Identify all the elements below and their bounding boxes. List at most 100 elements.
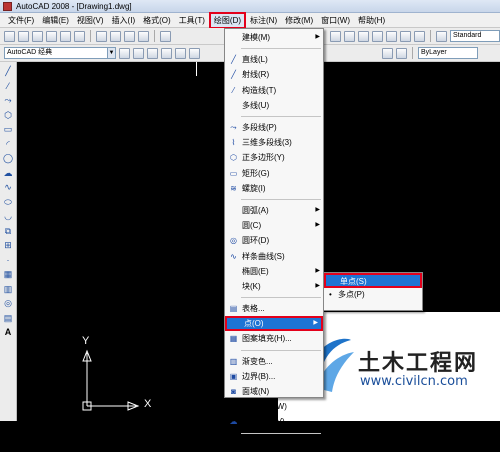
- workspace-combo[interactable]: AutoCAD 经典 ▼: [4, 47, 116, 59]
- menu-item-circle[interactable]: 圆(C) ▶: [225, 218, 323, 233]
- table-icon[interactable]: ▤: [3, 313, 14, 324]
- wipeout-icon: [229, 402, 238, 411]
- design-center-icon[interactable]: [344, 30, 355, 42]
- submenu-arrow-icon: ▶: [315, 282, 320, 289]
- menu-format[interactable]: 格式(O): [139, 14, 175, 27]
- print-icon[interactable]: [46, 30, 57, 42]
- arc-icon[interactable]: ◜: [3, 139, 14, 150]
- menu-tools[interactable]: 工具(T): [175, 14, 209, 27]
- rectangle-icon[interactable]: ▭: [3, 124, 14, 135]
- spline-icon[interactable]: ∿: [3, 182, 14, 193]
- point-icon: [231, 319, 240, 328]
- publish-icon[interactable]: [74, 30, 85, 42]
- gradient-icon[interactable]: ▥: [3, 284, 14, 295]
- sheet-set-icon[interactable]: [372, 30, 383, 42]
- menu-file[interactable]: 文件(F): [4, 14, 38, 27]
- menu-item-hatch[interactable]: ▦ 图案填充(H)...: [225, 331, 323, 346]
- pline-icon[interactable]: ⤳: [3, 95, 14, 106]
- menu-separator: [241, 48, 321, 50]
- menu-item-label: 建模(M): [242, 33, 270, 43]
- menu-edit[interactable]: 编辑(E): [38, 14, 73, 27]
- menu-item-mline[interactable]: 多线(U): [225, 98, 323, 113]
- new-icon[interactable]: [4, 30, 15, 42]
- cut-icon[interactable]: [96, 30, 107, 42]
- open-icon[interactable]: [18, 30, 29, 42]
- menu-item-label: 射线(R): [242, 70, 270, 80]
- menu-item-spline[interactable]: ∿ 样条曲线(S): [225, 248, 323, 263]
- ellipse-icon[interactable]: ⬭: [3, 197, 14, 208]
- menu-item-rectangle[interactable]: ▭ 矩形(G): [225, 166, 323, 181]
- menu-view[interactable]: 视图(V): [73, 14, 108, 27]
- menu-item-text[interactable]: 文字(X) ▶: [225, 437, 323, 452]
- paste-icon[interactable]: [124, 30, 135, 42]
- menu-item-3dpoly[interactable]: ⌇ 三维多段线(3): [225, 135, 323, 150]
- point-icon[interactable]: ·: [3, 255, 14, 266]
- polygon-icon[interactable]: ⬡: [3, 110, 14, 121]
- revcloud-icon[interactable]: ☁: [3, 168, 14, 179]
- layer-state-icon[interactable]: [147, 47, 158, 59]
- menu-item-arc[interactable]: 圆弧(A) ▶: [225, 203, 323, 218]
- circle-icon[interactable]: ◯: [3, 153, 14, 164]
- menu-item-gradient[interactable]: ▥ 渐变色...: [225, 354, 323, 369]
- menu-item-line[interactable]: ╱ 直线(L): [225, 52, 323, 67]
- lightbulb-icon[interactable]: [161, 47, 172, 59]
- menu-item-pline[interactable]: ⤳ 多段线(P): [225, 120, 323, 135]
- submenu-item-multiple-points[interactable]: • 多点(P): [324, 288, 422, 303]
- markup-icon[interactable]: [386, 30, 397, 42]
- menu-item-ellipse[interactable]: 椭圆(E) ▶: [225, 264, 323, 279]
- layer-previous-icon[interactable]: [396, 47, 407, 59]
- workspace-value: AutoCAD 经典: [7, 49, 53, 56]
- menu-item-wipeout[interactable]: 区域覆盖(W): [225, 399, 323, 414]
- save-icon[interactable]: [32, 30, 43, 42]
- mtext-icon[interactable]: A: [3, 327, 14, 338]
- color-combo[interactable]: ByLayer: [418, 47, 478, 59]
- submenu-arrow-icon: ▶: [315, 206, 320, 213]
- properties-icon[interactable]: [330, 30, 341, 42]
- undo-icon[interactable]: [160, 30, 171, 42]
- sun-icon[interactable]: [175, 47, 186, 59]
- menu-draw[interactable]: 绘图(D): [208, 11, 247, 29]
- menu-dimension[interactable]: 标注(N): [246, 14, 281, 27]
- menu-item-helix[interactable]: ≋ 螺旋(I): [225, 181, 323, 196]
- toolbar-divider: [412, 47, 413, 59]
- quickcalc-icon[interactable]: [400, 30, 411, 42]
- text-style-icon[interactable]: [436, 30, 447, 42]
- make-current-icon[interactable]: [382, 47, 393, 59]
- watermark-url: www.civilcn.com: [360, 374, 468, 389]
- menu-item-boundary[interactable]: ▣ 边界(B)...: [225, 369, 323, 384]
- layer-color-icon[interactable]: [189, 47, 200, 59]
- menu-item-ray[interactable]: ╱ 射线(R): [225, 67, 323, 82]
- help-icon[interactable]: [414, 30, 425, 42]
- menu-item-label: 边界(B)...: [242, 371, 276, 381]
- menu-item-xline[interactable]: ⁄ 构造线(T): [225, 83, 323, 98]
- make-block-icon[interactable]: ⊞: [3, 240, 14, 251]
- tool-palette-icon[interactable]: [358, 30, 369, 42]
- menu-item-block[interactable]: 块(K) ▶: [225, 279, 323, 294]
- workspace-settings-icon[interactable]: [119, 47, 130, 59]
- menu-item-revcloud[interactable]: ☁ 修订云线(V): [225, 414, 323, 429]
- menu-insert[interactable]: 插入(I): [108, 14, 140, 27]
- hatch-icon[interactable]: ▦: [3, 269, 14, 280]
- submenu-item-single-point[interactable]: 单点(S): [324, 273, 422, 288]
- menu-item-modeling[interactable]: 建模(M) ▶: [225, 30, 323, 45]
- menu-item-region[interactable]: ◙ 面域(N): [225, 384, 323, 399]
- menu-item-polygon[interactable]: ⬡ 正多边形(Y): [225, 150, 323, 165]
- region-icon[interactable]: ◎: [3, 298, 14, 309]
- menu-help[interactable]: 帮助(H): [354, 14, 389, 27]
- line-icon[interactable]: ╱: [3, 66, 14, 77]
- menu-separator: [241, 349, 321, 351]
- copy-icon[interactable]: [110, 30, 121, 42]
- menu-item-donut[interactable]: ◎ 圆环(D): [225, 233, 323, 248]
- xline-icon[interactable]: ⁄: [3, 81, 14, 92]
- text-style-combo[interactable]: Standard: [450, 30, 500, 42]
- menu-modify[interactable]: 修改(M): [281, 14, 317, 27]
- ellipse-arc-icon[interactable]: ◡: [3, 211, 14, 222]
- layer-manager-icon[interactable]: [133, 47, 144, 59]
- menu-item-point[interactable]: 点(O) ▶: [225, 316, 323, 332]
- menu-window[interactable]: 窗口(W): [317, 14, 354, 27]
- match-properties-icon[interactable]: [138, 30, 149, 42]
- 3dpoly-icon: ⌇: [231, 138, 236, 148]
- insert-block-icon[interactable]: ⧉: [3, 226, 14, 237]
- preview-icon[interactable]: [60, 30, 71, 42]
- menu-item-table[interactable]: ▤ 表格...: [225, 301, 323, 316]
